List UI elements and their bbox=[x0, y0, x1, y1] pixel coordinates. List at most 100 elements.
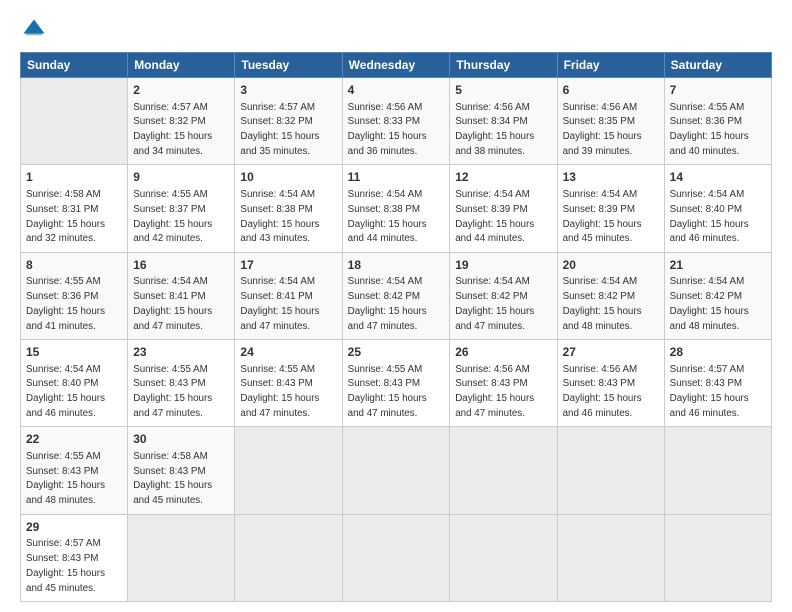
day-sunset: Sunset: 8:33 PM bbox=[348, 116, 420, 127]
calendar-cell-day-3: 3Sunrise: 4:57 AMSunset: 8:32 PMDaylight… bbox=[235, 78, 342, 165]
day-sunset: Sunset: 8:43 PM bbox=[670, 378, 742, 389]
day-number: 5 bbox=[455, 82, 551, 99]
day-sunrise: Sunrise: 4:56 AM bbox=[348, 102, 423, 113]
day-sunrise: Sunrise: 4:54 AM bbox=[133, 276, 208, 287]
header bbox=[20, 16, 772, 44]
day-number: 26 bbox=[455, 344, 551, 361]
day-sunset: Sunset: 8:38 PM bbox=[348, 204, 420, 215]
day-daylight: Daylight: 15 hours and 47 minutes. bbox=[455, 306, 534, 332]
calendar-header-thursday: Thursday bbox=[450, 53, 557, 78]
day-number: 24 bbox=[240, 344, 336, 361]
calendar-cell-empty bbox=[128, 514, 235, 601]
day-daylight: Daylight: 15 hours and 45 minutes. bbox=[26, 568, 105, 594]
day-number: 27 bbox=[563, 344, 659, 361]
day-daylight: Daylight: 15 hours and 40 minutes. bbox=[670, 131, 749, 157]
day-number: 8 bbox=[26, 257, 122, 274]
day-number: 25 bbox=[348, 344, 445, 361]
calendar-cell-day-13: 13Sunrise: 4:54 AMSunset: 8:39 PMDayligh… bbox=[557, 165, 664, 252]
day-sunrise: Sunrise: 4:54 AM bbox=[348, 276, 423, 287]
day-number: 11 bbox=[348, 169, 445, 186]
calendar-cell-day-6: 6Sunrise: 4:56 AMSunset: 8:35 PMDaylight… bbox=[557, 78, 664, 165]
calendar-cell-day-27: 27Sunrise: 4:56 AMSunset: 8:43 PMDayligh… bbox=[557, 339, 664, 426]
day-number: 21 bbox=[670, 257, 766, 274]
day-sunset: Sunset: 8:36 PM bbox=[26, 291, 98, 302]
day-daylight: Daylight: 15 hours and 42 minutes. bbox=[133, 219, 212, 245]
day-sunset: Sunset: 8:43 PM bbox=[348, 378, 420, 389]
calendar-cell-day-17: 17Sunrise: 4:54 AMSunset: 8:41 PMDayligh… bbox=[235, 252, 342, 339]
calendar-header-sunday: Sunday bbox=[21, 53, 128, 78]
day-daylight: Daylight: 15 hours and 46 minutes. bbox=[670, 393, 749, 419]
day-sunset: Sunset: 8:43 PM bbox=[455, 378, 527, 389]
day-sunrise: Sunrise: 4:54 AM bbox=[563, 189, 638, 200]
day-daylight: Daylight: 15 hours and 45 minutes. bbox=[133, 480, 212, 506]
calendar-cell-empty bbox=[342, 514, 450, 601]
calendar-header-saturday: Saturday bbox=[664, 53, 771, 78]
day-number: 30 bbox=[133, 431, 229, 448]
calendar-cell-day-9: 9Sunrise: 4:55 AMSunset: 8:37 PMDaylight… bbox=[128, 165, 235, 252]
day-number: 3 bbox=[240, 82, 336, 99]
day-daylight: Daylight: 15 hours and 47 minutes. bbox=[348, 306, 427, 332]
calendar-cell-day-7: 7Sunrise: 4:55 AMSunset: 8:36 PMDaylight… bbox=[664, 78, 771, 165]
day-sunset: Sunset: 8:40 PM bbox=[26, 378, 98, 389]
day-sunset: Sunset: 8:40 PM bbox=[670, 204, 742, 215]
calendar-cell-day-30: 30Sunrise: 4:58 AMSunset: 8:43 PMDayligh… bbox=[128, 427, 235, 514]
day-daylight: Daylight: 15 hours and 44 minutes. bbox=[348, 219, 427, 245]
day-number: 1 bbox=[26, 169, 122, 186]
day-number: 23 bbox=[133, 344, 229, 361]
day-daylight: Daylight: 15 hours and 47 minutes. bbox=[133, 306, 212, 332]
day-sunset: Sunset: 8:32 PM bbox=[240, 116, 312, 127]
day-sunrise: Sunrise: 4:55 AM bbox=[133, 364, 208, 375]
calendar: SundayMondayTuesdayWednesdayThursdayFrid… bbox=[20, 52, 772, 602]
day-number: 28 bbox=[670, 344, 766, 361]
day-daylight: Daylight: 15 hours and 34 minutes. bbox=[133, 131, 212, 157]
logo bbox=[20, 16, 52, 44]
day-sunset: Sunset: 8:31 PM bbox=[26, 204, 98, 215]
day-number: 12 bbox=[455, 169, 551, 186]
day-sunset: Sunset: 8:39 PM bbox=[563, 204, 635, 215]
day-sunset: Sunset: 8:35 PM bbox=[563, 116, 635, 127]
day-sunset: Sunset: 8:43 PM bbox=[26, 466, 98, 477]
calendar-cell-day-11: 11Sunrise: 4:54 AMSunset: 8:38 PMDayligh… bbox=[342, 165, 450, 252]
day-sunset: Sunset: 8:43 PM bbox=[133, 378, 205, 389]
calendar-cell-day-23: 23Sunrise: 4:55 AMSunset: 8:43 PMDayligh… bbox=[128, 339, 235, 426]
day-sunrise: Sunrise: 4:54 AM bbox=[455, 276, 530, 287]
calendar-week-row-2: 8 Sunrise: 4:55 AM Sunset: 8:36 PM Daylight… bbox=[21, 252, 772, 339]
calendar-cell-empty bbox=[664, 514, 771, 601]
day-daylight: Daylight: 15 hours and 46 minutes. bbox=[670, 219, 749, 245]
calendar-cell-day-25: 25Sunrise: 4:55 AMSunset: 8:43 PMDayligh… bbox=[342, 339, 450, 426]
day-sunset: Sunset: 8:38 PM bbox=[240, 204, 312, 215]
day-number: 14 bbox=[670, 169, 766, 186]
day-daylight: Daylight: 15 hours and 48 minutes. bbox=[670, 306, 749, 332]
day-number: 19 bbox=[455, 257, 551, 274]
day-number: 9 bbox=[133, 169, 229, 186]
day-sunset: Sunset: 8:37 PM bbox=[133, 204, 205, 215]
calendar-cell-empty bbox=[235, 427, 342, 514]
day-sunrise: Sunrise: 4:57 AM bbox=[26, 538, 101, 549]
day-sunrise: Sunrise: 4:55 AM bbox=[348, 364, 423, 375]
day-sunset: Sunset: 8:41 PM bbox=[240, 291, 312, 302]
calendar-cell-day-10: 10Sunrise: 4:54 AMSunset: 8:38 PMDayligh… bbox=[235, 165, 342, 252]
day-sunset: Sunset: 8:32 PM bbox=[133, 116, 205, 127]
day-number: 15 bbox=[26, 344, 122, 361]
day-sunset: Sunset: 8:42 PM bbox=[348, 291, 420, 302]
day-sunrise: Sunrise: 4:54 AM bbox=[240, 189, 315, 200]
day-number: 16 bbox=[133, 257, 229, 274]
calendar-week-row-5: 29Sunrise: 4:57 AMSunset: 8:43 PMDayligh… bbox=[21, 514, 772, 601]
calendar-cell-empty bbox=[450, 514, 557, 601]
calendar-cell-empty bbox=[450, 427, 557, 514]
day-sunrise: Sunrise: 4:55 AM bbox=[26, 276, 101, 287]
page: SundayMondayTuesdayWednesdayThursdayFrid… bbox=[0, 0, 792, 612]
day-sunrise: Sunrise: 4:56 AM bbox=[563, 364, 638, 375]
calendar-week-row-4: 22Sunrise: 4:55 AMSunset: 8:43 PMDayligh… bbox=[21, 427, 772, 514]
calendar-cell-day-12: 12Sunrise: 4:54 AMSunset: 8:39 PMDayligh… bbox=[450, 165, 557, 252]
calendar-cell-empty bbox=[557, 427, 664, 514]
day-sunrise: Sunrise: 4:57 AM bbox=[133, 102, 208, 113]
day-daylight: Daylight: 15 hours and 39 minutes. bbox=[563, 131, 642, 157]
day-daylight: Daylight: 15 hours and 32 minutes. bbox=[26, 219, 105, 245]
calendar-header-tuesday: Tuesday bbox=[235, 53, 342, 78]
day-sunset: Sunset: 8:42 PM bbox=[455, 291, 527, 302]
day-daylight: Daylight: 15 hours and 43 minutes. bbox=[240, 219, 319, 245]
day-sunrise: Sunrise: 4:55 AM bbox=[670, 102, 745, 113]
calendar-cell-day-19: 19 Sunrise: 4:54 AM Sunset: 8:42 PM Dayligh… bbox=[450, 252, 557, 339]
day-daylight: Daylight: 15 hours and 46 minutes. bbox=[563, 393, 642, 419]
